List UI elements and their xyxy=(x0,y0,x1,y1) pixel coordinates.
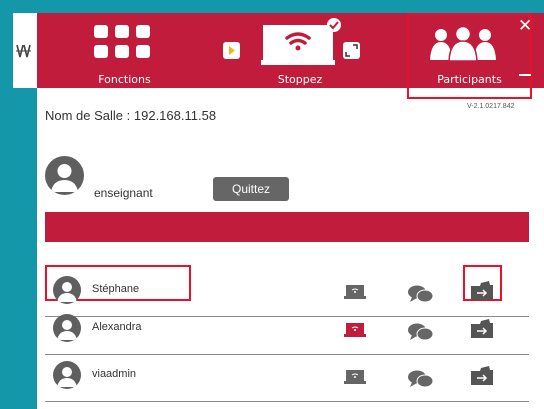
teacher-name: enseignant xyxy=(94,186,153,200)
tab-participants-label: Participants xyxy=(437,73,502,86)
participant-avatar xyxy=(53,314,81,342)
screen-icon[interactable] xyxy=(344,285,366,300)
grid-icon xyxy=(94,25,150,58)
avatar-icon xyxy=(57,367,77,387)
participant-avatar xyxy=(53,276,81,304)
screen-icon[interactable] xyxy=(344,370,366,385)
room-name: Nom de Salle : 192.168.11.58 xyxy=(45,108,217,123)
expand-icon xyxy=(343,42,360,59)
main-window: Fonctions Stoppez Participants ✕ Nom de … xyxy=(37,13,544,409)
tab-fonctions[interactable]: Fonctions xyxy=(87,13,162,88)
participant-name: Stéphane xyxy=(92,283,140,295)
group-icon xyxy=(430,27,496,61)
version-label: V-2.1.0217.842 xyxy=(467,103,515,110)
tab-participants[interactable]: Participants xyxy=(407,13,532,99)
chat-icon[interactable] xyxy=(408,323,434,342)
participant-avatar xyxy=(53,361,81,389)
close-button[interactable]: ✕ xyxy=(518,16,532,36)
tab-stoppez[interactable]: Stoppez xyxy=(223,13,360,88)
quit-button[interactable]: Quittez xyxy=(213,177,289,201)
top-toolbar: Fonctions Stoppez Participants ✕ xyxy=(37,13,544,99)
play-icon xyxy=(223,42,240,59)
participant-name: viaadmin xyxy=(92,368,137,380)
via-logo-icon xyxy=(16,44,31,58)
participant-row: viaadmin xyxy=(45,353,529,402)
chat-icon[interactable] xyxy=(408,370,434,389)
tab-stoppez-label: Stoppez xyxy=(277,73,323,86)
via-logo-strip xyxy=(13,13,38,88)
participant-row: Alexandra xyxy=(45,306,529,355)
transfer-icon[interactable] xyxy=(471,281,494,300)
participant-name: Alexandra xyxy=(92,321,142,333)
minimize-button[interactable] xyxy=(519,74,531,76)
avatar-icon xyxy=(57,282,77,302)
chat-icon[interactable] xyxy=(408,285,434,304)
teacher-status-bar xyxy=(45,212,529,242)
wifi-screen-icon xyxy=(261,18,341,65)
screen-icon[interactable] xyxy=(344,323,366,338)
avatar-icon xyxy=(51,164,78,192)
teacher-avatar xyxy=(45,156,84,195)
tab-fonctions-label: Fonctions xyxy=(98,73,151,86)
transfer-icon[interactable] xyxy=(471,366,494,385)
transfer-icon[interactable] xyxy=(471,319,494,338)
avatar-icon xyxy=(57,320,77,340)
